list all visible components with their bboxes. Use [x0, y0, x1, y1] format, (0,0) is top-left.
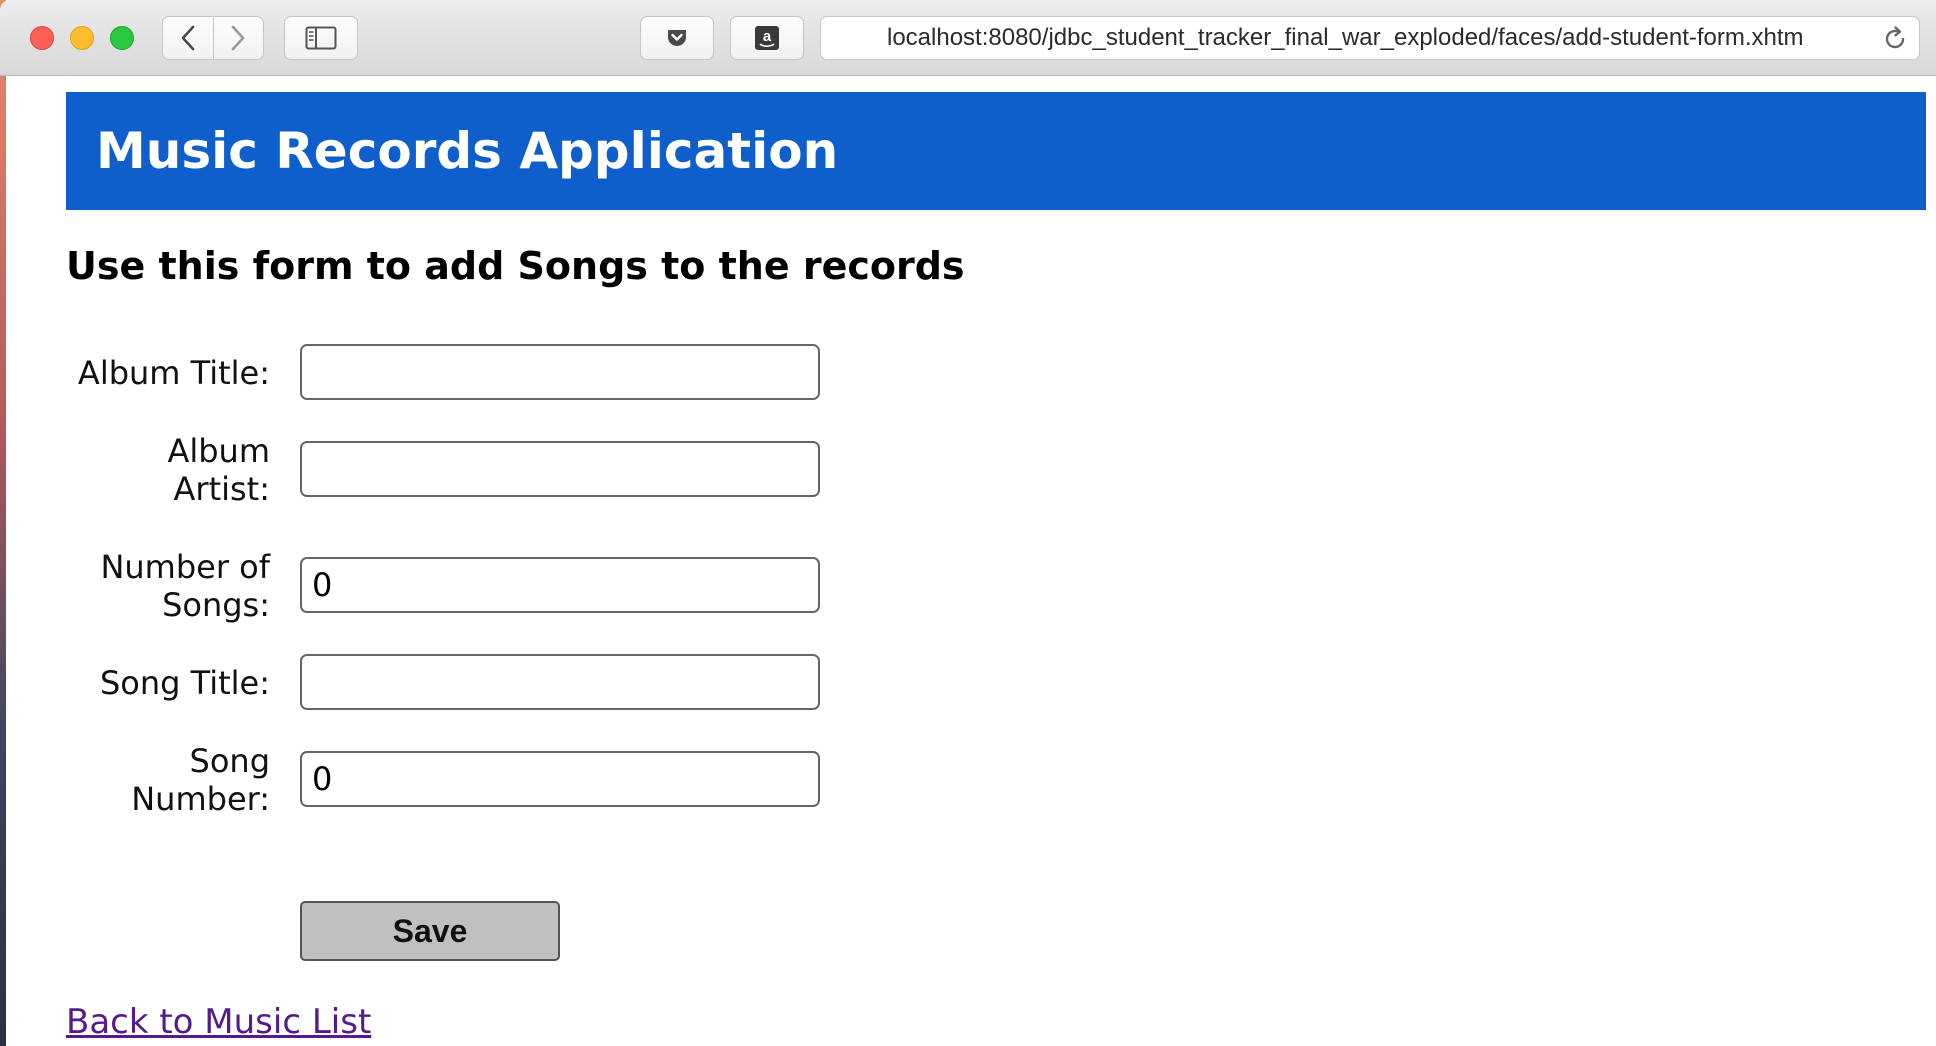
forward-button[interactable]	[212, 17, 264, 59]
song-title-label-text: Song Title:	[99, 664, 270, 702]
album-artist-input[interactable]	[300, 441, 820, 497]
song-title-input[interactable]	[300, 654, 820, 710]
chevron-left-icon	[181, 25, 195, 51]
album-title-label: Album Title:	[70, 354, 270, 392]
chevron-right-icon	[231, 25, 245, 51]
svg-text:a: a	[763, 28, 772, 45]
minimize-window-button[interactable]	[70, 26, 94, 50]
url-fade	[1803, 17, 1863, 59]
save-button[interactable]: Save	[300, 901, 560, 961]
url-text: localhost:8080/jdbc_student_tracker_fina…	[887, 24, 1804, 51]
album-title-label-text: Album Title:	[77, 354, 270, 392]
number-of-songs-input[interactable]	[300, 557, 820, 613]
album-artist-label-line1: Album	[167, 432, 270, 470]
song-number-label-line2: Number:	[131, 780, 270, 818]
form-heading: Use this form to add Songs to the record…	[66, 244, 965, 288]
number-of-songs-label: Number of Songs:	[70, 548, 270, 624]
back-to-music-list-link[interactable]: Back to Music List	[66, 1002, 371, 1042]
album-artist-label-line2: Artist:	[173, 470, 270, 508]
reload-icon[interactable]	[1881, 25, 1909, 53]
address-bar[interactable]: localhost:8080/jdbc_student_tracker_fina…	[820, 16, 1920, 60]
desktop-background-edge	[0, 0, 6, 1046]
browser-toolbar: a localhost:8080/jdbc_student_tracker_fi…	[0, 0, 1936, 76]
close-window-button[interactable]	[30, 26, 54, 50]
song-number-input[interactable]	[300, 751, 820, 807]
amazon-extension-button[interactable]: a	[730, 16, 804, 60]
sidebar-toggle-button[interactable]	[284, 16, 358, 60]
number-of-songs-label-line2: Songs:	[162, 586, 270, 624]
song-number-label-line1: Song	[189, 742, 270, 780]
maximize-window-button[interactable]	[110, 26, 134, 50]
app-header: Music Records Application	[66, 92, 1926, 210]
pocket-icon	[668, 30, 686, 46]
app-title: Music Records Application	[96, 122, 839, 180]
back-forward-group	[162, 16, 264, 60]
album-title-input[interactable]	[300, 344, 820, 400]
back-button[interactable]	[163, 17, 213, 59]
pocket-extension-button[interactable]	[640, 16, 714, 60]
song-number-label: Song Number:	[70, 742, 270, 818]
album-artist-label: Album Artist:	[70, 432, 270, 508]
sidebar-icon	[305, 26, 337, 50]
amazon-icon: a	[755, 26, 779, 50]
song-title-label: Song Title:	[70, 664, 270, 702]
number-of-songs-label-line1: Number of	[100, 548, 270, 586]
